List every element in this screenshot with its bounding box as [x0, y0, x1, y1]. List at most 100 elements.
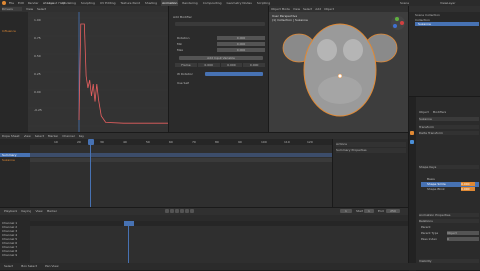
- scene-name[interactable]: Scene: [400, 1, 430, 5]
- menu-edit[interactable]: Edit: [18, 1, 24, 5]
- end-field[interactable]: 250: [386, 209, 400, 213]
- driver-row: Max 0.000: [177, 48, 265, 53]
- section-shape-keys[interactable]: Shape Keys: [419, 165, 479, 169]
- dope-menu-key[interactable]: Key: [79, 134, 84, 138]
- driver-row-value[interactable]: 0.000: [217, 36, 265, 40]
- driver-object-field[interactable]: [175, 22, 265, 26]
- object-properties-tab-icon[interactable]: [410, 131, 414, 135]
- status-hint: Box Select: [21, 264, 38, 268]
- gizmo-y-axis-icon[interactable]: [395, 17, 399, 21]
- driver-col-field[interactable]: 0.000: [243, 63, 265, 67]
- status-hint: Pan View: [45, 264, 59, 268]
- jump-end-icon[interactable]: [190, 209, 194, 213]
- use-self-checkbox[interactable]: Use Self: [177, 81, 189, 85]
- timeline-menu-view[interactable]: View: [35, 209, 42, 213]
- dope-menu-marker[interactable]: Marker: [48, 134, 58, 138]
- dope-menu-view[interactable]: View: [24, 134, 31, 138]
- properties-tab-modifiers[interactable]: Modifiers: [433, 110, 447, 114]
- driver-curve-view[interactable]: [28, 12, 168, 132]
- frame-tick-label: 70: [192, 140, 196, 144]
- outliner-root[interactable]: Scene Collection: [415, 13, 440, 17]
- dope-menu-select[interactable]: Select: [35, 134, 44, 138]
- jump-start-icon[interactable]: [165, 209, 169, 213]
- play-reverse-icon[interactable]: [175, 209, 179, 213]
- driver-col-field[interactable]: 0.000: [220, 63, 243, 67]
- frame-tick-label: 110: [284, 140, 290, 144]
- menu-render[interactable]: Render: [28, 1, 39, 5]
- object-name-field[interactable]: Suzanne: [419, 117, 479, 121]
- relation-value[interactable]: 0: [447, 237, 479, 241]
- start-label: Start: [356, 209, 364, 213]
- section-transform[interactable]: Transform: [419, 125, 479, 129]
- next-keyframe-icon[interactable]: [185, 209, 189, 213]
- object-channel-label[interactable]: Suzanne: [2, 158, 15, 162]
- timeline-menu-playback[interactable]: Playback: [4, 209, 17, 213]
- relation-value[interactable]: Object: [447, 231, 479, 235]
- status-bar: Select Box Select Pan View: [0, 263, 480, 270]
- viewport-menu-add[interactable]: Add: [315, 7, 321, 11]
- properties-tab-bar: [409, 97, 416, 271]
- shape-key-value[interactable]: 0.000: [461, 187, 475, 191]
- timeline-menu-marker[interactable]: Marker: [47, 209, 57, 213]
- dope-menu-dope-sheet[interactable]: Dope Sheet: [2, 134, 20, 138]
- section-relations[interactable]: Relations: [419, 219, 479, 223]
- keyframe-area[interactable]: [30, 145, 332, 208]
- menu-file[interactable]: File: [9, 1, 14, 5]
- relation-label: Parent: [421, 225, 431, 229]
- shape-key-row[interactable]: Shape Blink 0.000: [421, 187, 479, 192]
- frame-tick-label: 80: [215, 140, 219, 144]
- suzanne-mesh[interactable]: [281, 20, 399, 132]
- relation-label: Pass Index: [421, 237, 437, 241]
- viewport-menu-object[interactable]: Object: [324, 7, 334, 11]
- timeline-menu-keying[interactable]: Keying: [21, 209, 31, 213]
- outliner-item-suzanne[interactable]: Suzanne: [415, 22, 479, 26]
- driver-row-value[interactable]: 0.000: [217, 42, 265, 46]
- properties-tab-object[interactable]: Object: [419, 110, 429, 114]
- y-axis-label: 0.00: [34, 90, 41, 94]
- navigation-gizmo[interactable]: [391, 16, 405, 30]
- gizmo-x-axis-icon[interactable]: [400, 21, 404, 25]
- y-axis-label: 0.50: [34, 54, 41, 58]
- driver-panel: Add Modifier Rotation 0.000 Min 0.000 Max 0.0…: [168, 6, 268, 132]
- editor-mode-select[interactable]: Drivers: [2, 7, 22, 11]
- viewport-menu-object-mode[interactable]: Object Mode: [271, 7, 290, 11]
- outliner: Scene Collection Collection Suzanne: [408, 6, 480, 96]
- modifier-properties-tab-icon[interactable]: [410, 140, 414, 144]
- add-input-variable-button[interactable]: Add Input Variable: [179, 56, 263, 60]
- dope-menu-channel[interactable]: Channel: [62, 134, 74, 138]
- gizmo-z-axis-icon[interactable]: [393, 24, 397, 28]
- dope-panel-actions[interactable]: Actions: [336, 142, 406, 147]
- graph-editor: Drivers View Select Influence 1.00 0.75 0.…: [0, 6, 168, 132]
- channel-influence[interactable]: Influence: [2, 29, 26, 33]
- view-menu[interactable]: View: [26, 7, 33, 11]
- driver-col-field[interactable]: 0.000: [197, 63, 220, 67]
- dope-panel-summary-properties[interactable]: Summary Properties: [336, 148, 406, 153]
- y-axis-label: 0.75: [34, 36, 41, 40]
- play-icon[interactable]: [180, 209, 184, 213]
- view-layer-name[interactable]: ViewLayer: [440, 1, 476, 5]
- properties-editor: Object Modifiers Suzanne Transform Delta T…: [408, 96, 480, 271]
- shape-key-value[interactable]: 0.000: [461, 182, 475, 186]
- select-menu[interactable]: Select: [37, 7, 46, 11]
- relation-row: Pass Index 0: [421, 237, 479, 243]
- start-field[interactable]: 1: [364, 209, 374, 213]
- 3d-viewport[interactable]: Object Mode View Select Add Object User Pers…: [268, 6, 409, 132]
- relation-label: Parent Type: [421, 231, 439, 235]
- y-axis-label: -0.25: [34, 108, 42, 112]
- driver-col-field[interactable]: Frame: [175, 63, 197, 67]
- driver-row-value[interactable]: 0.000: [217, 48, 265, 52]
- viewport-menu-select[interactable]: Select: [303, 7, 312, 11]
- frame-tick-label: 30: [100, 140, 104, 144]
- current-frame-field[interactable]: 1: [340, 209, 352, 213]
- frame-tick-label: 60: [169, 140, 173, 144]
- timeline-editor: Playback Keying View Marker 1 Start 1 End 2…: [0, 207, 408, 264]
- variable-field[interactable]: [205, 72, 263, 76]
- section-animation-properties[interactable]: Animation Properties: [419, 213, 479, 217]
- viewport-menu-view[interactable]: View: [293, 7, 300, 11]
- current-frame-indicator[interactable]: [88, 139, 94, 145]
- prev-keyframe-icon[interactable]: [170, 209, 174, 213]
- timeline-channel[interactable]: Channel 9: [2, 253, 28, 257]
- blender-logo-icon[interactable]: [2, 1, 6, 5]
- shape-key-name: Shape Smile: [427, 182, 446, 186]
- section-delta-transform[interactable]: Delta Transform: [419, 131, 479, 135]
